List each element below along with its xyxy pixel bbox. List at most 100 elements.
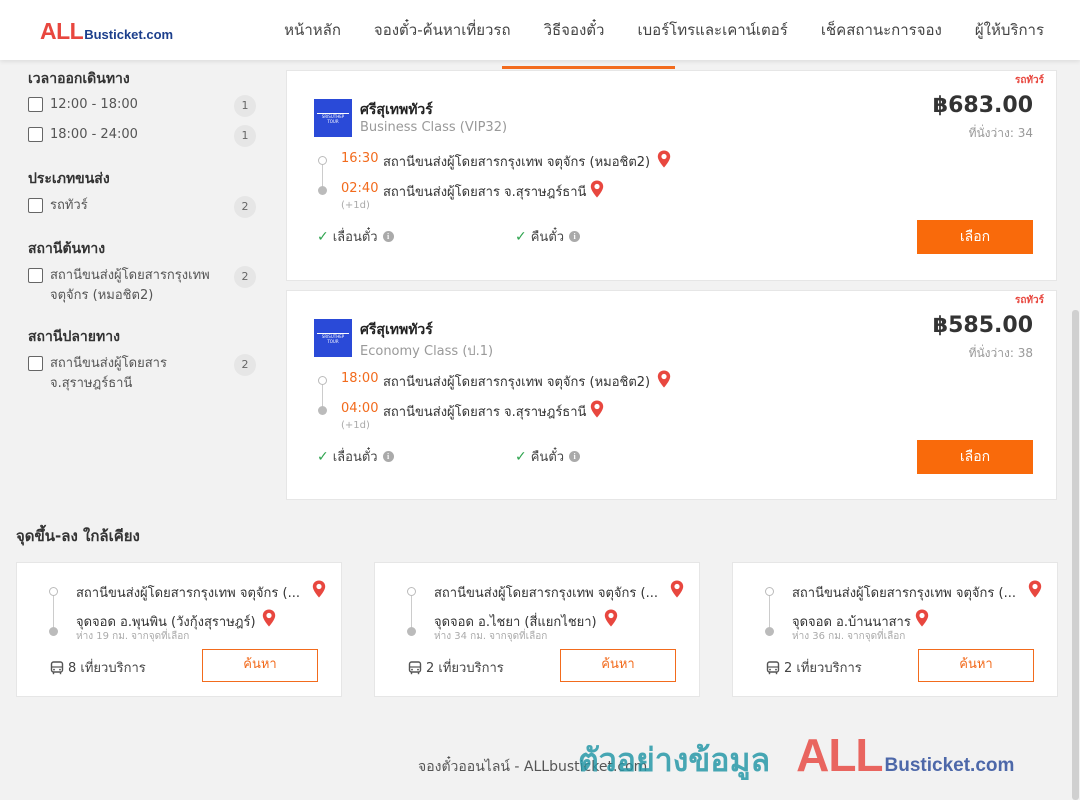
nearby-section-title: จุดขึ้น-ลง ใกล้เคียง [16,527,140,545]
map-pin-icon[interactable] [262,609,276,627]
filter-origin: สถานีต้นทาง สถานีขนส่งผู้โดยสารกรุงเทพ จ… [28,238,258,303]
filter-option-label: สถานีขนส่งผู้โดยสาร จ.สุราษฎร์ธานี [50,356,167,391]
filter-option[interactable]: รถทัวร์ 2 [28,196,258,218]
trips-count: 2 เที่ยวบริการ [426,661,504,676]
info-icon[interactable]: i [382,451,394,462]
route-line [769,595,770,631]
filter-destination: สถานีปลายทาง สถานีขนส่งผู้โดยสาร จ.สุราษ… [28,326,258,391]
arrival-station: สถานีขนส่งผู้โดยสาร จ.สุราษฎร์ธานี [383,185,587,200]
destination-dot [49,627,58,636]
trips-count: 8 เที่ยวบริการ [68,661,146,676]
info-icon[interactable]: i [382,231,394,242]
nav-book-search[interactable]: จองตั๋ว-ค้นหาเที่ยวรถ [374,0,511,60]
trips-count: 2 เที่ยวบริการ [784,661,862,676]
feature-refund-ticket: ✓ คืนตั๋ว i [515,446,581,467]
arrival-station: สถานีขนส่งผู้โดยสาร จ.สุราษฎร์ธานี [383,405,587,420]
map-pin-icon[interactable] [1028,580,1042,598]
filter-option[interactable]: สถานีขนส่งผู้โดยสารกรุงเทพ จตุจักร (หมอช… [28,266,258,306]
bus-type-tag: รถทัวร์ [1014,295,1044,306]
next-day-indicator: (+1d) [341,200,370,211]
select-trip-button[interactable]: เลือก [917,440,1033,474]
count-badge: 1 [234,125,256,147]
available-seats: ที่นั่งว่าง: 34 [968,126,1033,140]
departure-station: สถานีขนส่งผู้โดยสารกรุงเทพ จตุจักร (หมอช… [383,155,651,170]
info-icon[interactable]: i [569,451,581,462]
destination-dot [318,186,327,195]
operator-name: ศรีสุเทพทัวร์ [360,322,433,338]
check-icon: ✓ [317,228,329,245]
nearby-from: สถานีขนส่งผู้โดยสารกรุงเทพ จตุจักร (... [434,586,658,601]
nearby-search-button[interactable]: ค้นหา [918,649,1034,682]
checkbox[interactable] [28,97,43,112]
filter-option-label: 18:00 - 24:00 [50,127,138,142]
map-pin-icon[interactable] [312,580,326,598]
bus-icon [50,660,64,674]
checkbox[interactable] [28,356,43,371]
nearby-trips: 2 เที่ยวบริการ [766,657,862,678]
count-badge: 2 [234,196,256,218]
nav-how-to-book[interactable]: วิธีจองตั๋ว [544,0,605,60]
map-pin-icon[interactable] [590,180,604,198]
nav-operators[interactable]: ผู้ให้บริการ [975,0,1044,60]
operator-name: ศรีสุเทพทัวร์ [360,102,433,118]
logo-all-text: ALL [40,18,84,44]
map-pin-icon[interactable] [604,609,618,627]
active-tab-indicator [502,66,675,69]
departure-time: 18:00 [341,371,379,386]
watermark-busticket-text: Busticket.com [884,755,1015,776]
checkbox[interactable] [28,198,43,213]
filter-title: เวลาออกเดินทาง [28,71,130,87]
count-badge: 2 [234,266,256,288]
nearby-card: สถานีขนส่งผู้โดยสารกรุงเทพ จตุจักร (... … [732,562,1058,697]
checkbox[interactable] [28,268,43,283]
operator-logo: SRISUTHEP TOUR [314,319,352,357]
filter-title: สถานีปลายทาง [28,329,120,345]
nearby-search-button[interactable]: ค้นหา [202,649,318,682]
site-header: ALL Busticket.com หน้าหลัก จองตั๋ว-ค้นหา… [0,0,1080,60]
nav-phone-counters[interactable]: เบอร์โทรและเคาน์เตอร์ [637,0,787,60]
filter-option-label: รถทัวร์ [50,198,88,213]
nearby-distance: ห่าง 34 กม. จากจุดที่เลือก [434,631,548,642]
departure-station: สถานีขนส่งผู้โดยสารกรุงเทพ จตุจักร (หมอช… [383,375,651,390]
info-icon[interactable]: i [569,231,581,242]
destination-dot [407,627,416,636]
nearby-search-button[interactable]: ค้นหา [560,649,676,682]
bus-icon [408,660,422,674]
feature-change-ticket: ✓ เลื่อนตั๋ว i [317,226,394,247]
bus-icon [766,660,780,674]
destination-dot [765,627,774,636]
origin-dot [318,376,327,385]
nearby-distance: ห่าง 36 กม. จากจุดที่เลือก [792,631,906,642]
filter-option[interactable]: 18:00 - 24:00 1 [28,125,258,147]
filter-option[interactable]: สถานีขนส่งผู้โดยสาร จ.สุราษฎร์ธานี 2 [28,354,258,394]
feature-refund-ticket: ✓ คืนตั๋ว i [515,226,581,247]
checkbox[interactable] [28,127,43,142]
nav-check-booking[interactable]: เช็คสถานะการจอง [821,0,942,60]
nav-home[interactable]: หน้าหลัก [284,0,341,60]
nearby-trips: 8 เที่ยวบริการ [50,657,146,678]
next-day-indicator: (+1d) [341,420,370,431]
origin-dot [49,587,58,596]
check-icon: ✓ [317,448,329,465]
map-pin-icon[interactable] [670,580,684,598]
site-logo[interactable]: ALL Busticket.com [40,18,173,45]
feature-label: เลื่อนตั๋ว [332,230,378,245]
filter-option[interactable]: 12:00 - 18:00 1 [28,95,258,117]
map-pin-icon[interactable] [915,609,929,627]
nearby-from: สถานีขนส่งผู้โดยสารกรุงเทพ จตุจักร (... [792,586,1016,601]
map-pin-icon[interactable] [657,370,671,388]
filter-departure-time: เวลาออกเดินทาง 12:00 - 18:00 1 18:00 - 2… [28,68,258,147]
feature-change-ticket: ✓ เลื่อนตั๋ว i [317,446,394,467]
nearby-card: สถานีขนส่งผู้โดยสารกรุงเทพ จตุจักร (... … [16,562,342,697]
available-seats: ที่นั่งว่าง: 38 [968,346,1033,360]
watermark-all-text: ALL [796,729,883,781]
select-trip-button[interactable]: เลือก [917,220,1033,254]
feature-label: คืนตั๋ว [530,450,565,465]
bus-type-tag: รถทัวร์ [1014,75,1044,86]
filter-title: สถานีต้นทาง [28,241,106,257]
page-scrollbar[interactable] [1072,310,1079,800]
nearby-from: สถานีขนส่งผู้โดยสารกรุงเทพ จตุจักร (... [76,586,300,601]
map-pin-icon[interactable] [590,400,604,418]
sample-data-watermark: ตัวอย่างข้อมูล ALL Busticket.com [578,728,1014,786]
map-pin-icon[interactable] [657,150,671,168]
